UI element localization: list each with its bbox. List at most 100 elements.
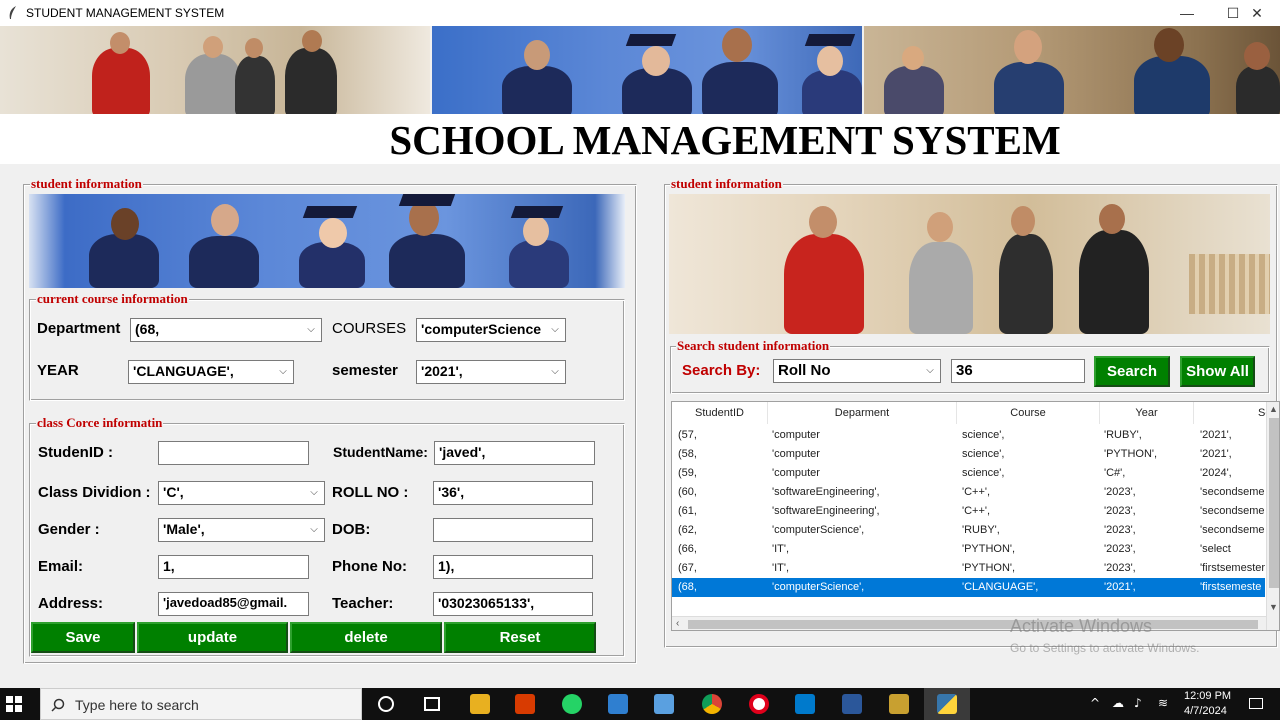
word-icon[interactable]: [842, 694, 862, 714]
column-header-year[interactable]: Year: [1100, 402, 1194, 424]
table-cell: 'firstsemeste: [1200, 581, 1262, 593]
table-cell: science',: [962, 429, 1005, 441]
email-input[interactable]: 1,: [158, 555, 309, 579]
courses-select[interactable]: 'computerScience ⌵: [416, 318, 566, 342]
file-explorer-icon[interactable]: [470, 694, 490, 714]
address-input[interactable]: 'javedoad85@gmail.: [158, 592, 309, 616]
table-cell: science',: [962, 448, 1005, 460]
division-label: Class Dividion :: [38, 484, 151, 501]
banner-photo-classroom: [864, 26, 1280, 114]
rollno-input[interactable]: '36',: [433, 481, 593, 505]
table-cell: 'computer: [772, 467, 820, 479]
table-cell: '2023',: [1104, 486, 1136, 498]
reset-button[interactable]: Reset: [444, 622, 596, 653]
chevron-up-icon[interactable]: ^: [1090, 696, 1100, 710]
scroll-left-icon[interactable]: ‹: [676, 618, 679, 629]
start-icon[interactable]: [6, 696, 22, 712]
search-query-input[interactable]: 36: [951, 359, 1085, 383]
semester-select[interactable]: '2021', ⌵: [416, 360, 566, 384]
minimize-button[interactable]: —: [1164, 0, 1210, 26]
table-cell: '2024',: [1200, 467, 1232, 479]
table-row[interactable]: (61, 'softwareEngineering', 'C++', '2023', '…: [672, 502, 1265, 521]
table-row[interactable]: (58, 'computer science', 'PYTHON', '2021',: [672, 445, 1265, 464]
monitor-icon[interactable]: [654, 694, 674, 714]
notification-icon[interactable]: [1249, 698, 1263, 709]
column-header-department[interactable]: Deparment: [768, 402, 957, 424]
volume-icon[interactable]: ♪: [1134, 696, 1142, 710]
cloud-icon[interactable]: ☁: [1112, 696, 1124, 710]
update-button[interactable]: update: [137, 622, 288, 653]
taskbar: Type here to search ^ ☁ ♪ ≋ 12:09 PM 4/7…: [0, 688, 1280, 720]
column-header-studentid[interactable]: StudentID: [672, 402, 768, 424]
year-select[interactable]: 'CLANGUAGE', ⌵: [128, 360, 294, 384]
table-cell: '2023',: [1104, 543, 1136, 555]
h-scroll-thumb[interactable]: [688, 620, 1258, 629]
search-icon: [51, 698, 65, 712]
search-by-select[interactable]: Roll No ⌵: [773, 359, 941, 383]
table-row[interactable]: (68, 'computerScience', 'CLANGUAGE', '2021'…: [672, 578, 1265, 597]
dob-input[interactable]: [433, 518, 593, 542]
taskbar-active-app[interactable]: [924, 688, 970, 720]
table-row[interactable]: (60, 'softwareEngineering', 'C++', '2023', '…: [672, 483, 1265, 502]
table-cell: (62,: [678, 524, 697, 536]
cortana-icon[interactable]: [378, 696, 394, 712]
table-row[interactable]: (59, 'computer science', 'C#', '2024',: [672, 464, 1265, 483]
phone-input[interactable]: 1),: [433, 555, 593, 579]
page-title: SCHOOL MANAGEMENT SYSTEM: [0, 114, 1280, 164]
semester-value: '2021',: [421, 363, 463, 379]
gender-value: 'Male',: [163, 521, 205, 537]
table-cell: 'firstsemester: [1200, 562, 1266, 574]
wifi-icon[interactable]: ≋: [1158, 696, 1168, 710]
department-label: Department: [37, 320, 121, 337]
chevron-down-icon: ⌵: [279, 366, 287, 377]
save-button[interactable]: Save: [31, 622, 135, 653]
vscode-icon[interactable]: [795, 694, 815, 714]
table-row[interactable]: (57, 'computer science', 'RUBY', '2021',: [672, 426, 1265, 445]
division-select[interactable]: 'C', ⌵: [158, 481, 325, 505]
delete-button[interactable]: delete: [290, 622, 442, 653]
whatsapp-icon[interactable]: [562, 694, 582, 714]
table-cell: 'IT',: [772, 562, 790, 574]
table-cell: 'C++',: [962, 486, 991, 498]
gender-select[interactable]: 'Male', ⌵: [158, 518, 325, 542]
banner-photo-graduates: [432, 26, 862, 114]
studentid-input[interactable]: [158, 441, 309, 465]
folder-icon[interactable]: [608, 694, 628, 714]
table-cell: 'C++',: [962, 505, 991, 517]
clock-date[interactable]: 4/7/2024: [1184, 705, 1227, 717]
search-button[interactable]: Search: [1094, 356, 1170, 387]
year-value: 'CLANGUAGE',: [133, 363, 234, 379]
table-cell: (61,: [678, 505, 697, 517]
table-cell: '2023',: [1104, 562, 1136, 574]
chrome-icon[interactable]: [702, 694, 722, 714]
table-cell: 'select: [1200, 543, 1231, 555]
chevron-down-icon: ⌵: [307, 324, 315, 335]
app-icon[interactable]: [889, 694, 909, 714]
clock-time[interactable]: 12:09 PM: [1184, 690, 1231, 702]
show-all-button[interactable]: Show All: [1180, 356, 1255, 387]
column-header-semester[interactable]: Sem: [1194, 402, 1279, 424]
search-frame-title: Search student information: [676, 338, 831, 353]
close-button[interactable]: ✕: [1234, 0, 1280, 26]
department-select[interactable]: (68, ⌵: [130, 318, 322, 342]
phone-label: Phone No:: [332, 558, 407, 575]
vertical-scrollbar[interactable]: ▲ ▼: [1266, 402, 1279, 630]
scroll-down-icon[interactable]: ▼: [1269, 602, 1278, 612]
student-table[interactable]: StudentID Deparment Course Year Sem (57,…: [671, 401, 1280, 631]
office-icon[interactable]: [515, 694, 535, 714]
opera-icon[interactable]: [749, 694, 769, 714]
scroll-up-icon[interactable]: ▲: [1269, 404, 1278, 414]
gender-label: Gender :: [38, 521, 100, 538]
task-view-icon[interactable]: [424, 697, 440, 711]
table-row[interactable]: (67, 'IT', 'PYTHON', '2023', 'firstsemester: [672, 559, 1265, 578]
scroll-thumb[interactable]: [1269, 418, 1279, 588]
table-row[interactable]: (62, 'computerScience', 'RUBY', '2023', 'sec…: [672, 521, 1265, 540]
taskbar-search-box[interactable]: Type here to search: [40, 688, 362, 720]
taskbar-search-placeholder: Type here to search: [75, 697, 199, 713]
table-cell: 'computerScience',: [772, 581, 865, 593]
table-row[interactable]: (66, 'IT', 'PYTHON', '2023', 'select: [672, 540, 1265, 559]
studentname-input[interactable]: 'javed',: [434, 441, 595, 465]
teacher-input[interactable]: '03023065133',: [433, 592, 593, 616]
column-header-course[interactable]: Course: [957, 402, 1100, 424]
horizontal-scrollbar[interactable]: ‹: [672, 616, 1266, 630]
